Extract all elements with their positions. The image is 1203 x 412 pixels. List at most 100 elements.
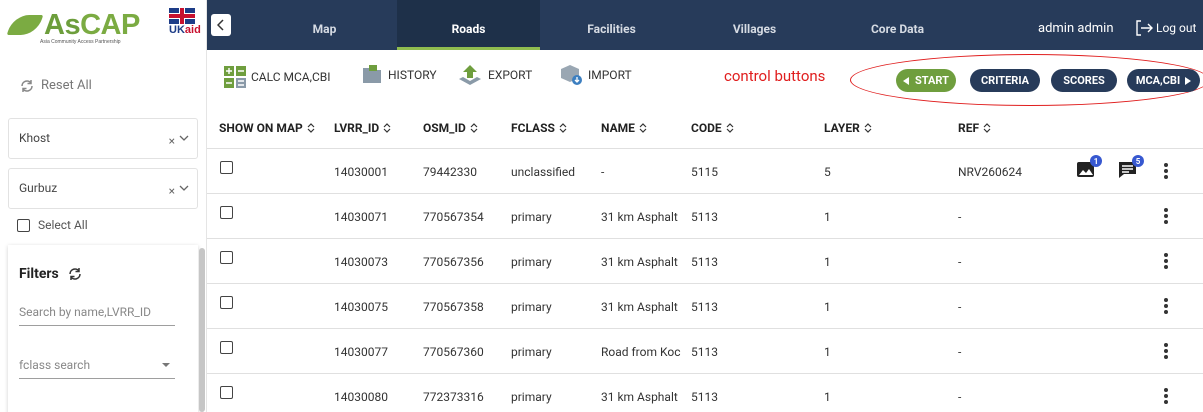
col-header-fclass[interactable]: FCLASS <box>511 121 567 135</box>
row-menu-icon[interactable] <box>1164 163 1168 179</box>
chevron-down-icon[interactable] <box>179 134 189 142</box>
row-menu-icon[interactable] <box>1164 253 1168 269</box>
table-row[interactable]: 14030077 770567360 primary Road from Koc 511… <box>207 328 1203 373</box>
checkbox-icon[interactable] <box>17 218 30 232</box>
col-header-label: OSM_ID <box>423 121 466 135</box>
calculator-icon <box>224 66 246 88</box>
cell-fclass: primary <box>511 300 552 314</box>
cell-osm-id: 770567356 <box>423 255 484 269</box>
import-box-icon <box>561 65 582 85</box>
row-menu-icon[interactable] <box>1164 298 1168 314</box>
fclass-search-placeholder: fclass search <box>19 358 91 372</box>
import-button[interactable]: IMPORT <box>559 64 632 86</box>
table-row[interactable]: 14030073 770567356 primary 31 km Asphalt 511… <box>207 238 1203 283</box>
filters-title-text: Filters <box>19 266 59 282</box>
col-header-ref[interactable]: REF <box>958 121 991 135</box>
clear-district-icon[interactable]: × <box>169 184 175 198</box>
cell-layer: 1 <box>824 210 831 224</box>
row-menu-icon[interactable] <box>1164 208 1168 224</box>
cell-osm-id: 772373316 <box>423 390 484 404</box>
tab-core-data[interactable]: Core Data <box>826 0 969 50</box>
app-root: AsCAP Asia Community Access Partnership … <box>0 0 1203 412</box>
row-menu-icon[interactable] <box>1164 343 1168 359</box>
logout-button[interactable]: Log out <box>1135 20 1196 36</box>
caret-down-icon[interactable] <box>161 362 171 368</box>
show-on-map-checkbox[interactable] <box>220 251 233 264</box>
cell-ref: - <box>958 345 962 359</box>
chevron-down-icon[interactable] <box>179 184 189 192</box>
col-header-label: LAYER <box>824 121 860 135</box>
calc-mca-cbi-button[interactable]: CALC MCA,CBI <box>224 66 331 88</box>
select-all-label: Select All <box>38 218 88 232</box>
caret-left-icon <box>903 76 910 85</box>
images-icon[interactable]: 1 <box>1076 155 1102 181</box>
fclass-search-select[interactable]: fclass search <box>19 358 175 379</box>
table-row[interactable]: 14030080 772373316 primary 31 km Asphalt 511… <box>207 373 1203 412</box>
tab-roads[interactable]: Roads <box>397 0 540 50</box>
logo-text: AsCAP <box>44 10 140 40</box>
clear-province-icon[interactable]: × <box>169 134 175 148</box>
show-on-map-checkbox[interactable] <box>220 206 233 219</box>
logout-icon <box>1136 20 1153 36</box>
sort-icon <box>864 123 872 133</box>
export-label: EXPORT <box>488 68 533 82</box>
cell-code: 5113 <box>691 390 718 404</box>
row-menu-icon[interactable] <box>1164 388 1168 404</box>
top-nav: Map Roads Facilities Villages Core Data … <box>207 0 1203 50</box>
sidebar: AsCAP Asia Community Access Partnership … <box>0 0 207 412</box>
tab-facilities[interactable]: Facilities <box>540 0 683 50</box>
logo-subtitle: Asia Community Access Partnership <box>40 39 121 45</box>
province-select[interactable]: Khost × <box>8 118 198 159</box>
cell-lvrr-id: 14030073 <box>334 255 388 269</box>
col-header-label: SHOW ON MAP <box>219 121 303 135</box>
cell-ref: - <box>958 300 962 314</box>
search-input[interactable]: Search by name,LVRR_ID <box>19 305 175 326</box>
tab-map[interactable]: Map <box>252 0 397 50</box>
col-header-code[interactable]: CODE <box>691 121 734 135</box>
toolbar: CALC MCA,CBI HISTORY EXPORT IMPORT contr… <box>207 50 1203 108</box>
table-row[interactable]: 14030075 770567358 primary 31 km Asphalt 511… <box>207 283 1203 328</box>
col-header-name[interactable]: NAME <box>601 121 647 135</box>
col-header-show-on-map[interactable]: SHOW ON MAP <box>219 121 315 135</box>
cell-ref: - <box>958 210 962 224</box>
cell-ref: - <box>958 255 962 269</box>
cell-fclass: unclassified <box>511 165 576 179</box>
col-header-label: NAME <box>601 121 635 135</box>
mca-cbi-button[interactable]: MCA,CBI <box>1127 69 1200 92</box>
collapse-sidebar-button[interactable] <box>211 14 231 36</box>
reset-all-button[interactable]: Reset All <box>19 78 92 93</box>
cell-fclass: primary <box>511 255 552 269</box>
images-count-badge: 1 <box>1090 155 1102 167</box>
sort-icon <box>983 123 991 133</box>
show-on-map-checkbox[interactable] <box>220 296 233 309</box>
col-header-label: CODE <box>691 121 722 135</box>
col-header-lvrr-id[interactable]: LVRR_ID <box>334 121 391 135</box>
filters-panel: Filters Search by name,LVRR_ID fclass se… <box>8 245 198 412</box>
refresh-filters-icon[interactable] <box>67 267 83 281</box>
table-row[interactable]: 14030071 770567354 primary 31 km Asphalt 511… <box>207 193 1203 238</box>
cell-fclass: primary <box>511 390 552 404</box>
cell-lvrr-id: 14030075 <box>334 300 388 314</box>
cell-name: 31 km Asphalt <box>601 210 678 224</box>
district-select[interactable]: Gurbuz × <box>8 168 198 209</box>
col-header-osm-id[interactable]: OSM_ID <box>423 121 478 135</box>
col-header-layer[interactable]: LAYER <box>824 121 872 135</box>
criteria-button[interactable]: CRITERIA <box>970 69 1040 92</box>
table-header: SHOW ON MAP LVRR_ID OSM_ID FCLASS NAME CODE LA… <box>207 110 1203 148</box>
show-on-map-checkbox[interactable] <box>220 341 233 354</box>
history-label: HISTORY <box>388 68 437 82</box>
comments-icon[interactable]: 5 <box>1118 155 1144 181</box>
select-all-checkbox[interactable]: Select All <box>17 218 88 232</box>
cell-osm-id: 770567354 <box>423 210 484 224</box>
scores-button[interactable]: SCORES <box>1051 69 1117 92</box>
sidebar-scrollbar[interactable] <box>199 248 205 412</box>
history-button[interactable]: HISTORY <box>361 64 437 86</box>
start-button[interactable]: START <box>896 69 956 92</box>
table-row[interactable]: 14030001 79442330 unclassified - 5115 5 NRV260… <box>207 148 1203 193</box>
col-header-label: FCLASS <box>511 121 555 135</box>
export-button[interactable]: EXPORT <box>457 64 532 86</box>
tab-villages[interactable]: Villages <box>683 0 826 50</box>
show-on-map-checkbox[interactable] <box>220 161 233 174</box>
show-on-map-checkbox[interactable] <box>220 386 233 399</box>
cell-name: 31 km Asphalt <box>601 255 678 269</box>
